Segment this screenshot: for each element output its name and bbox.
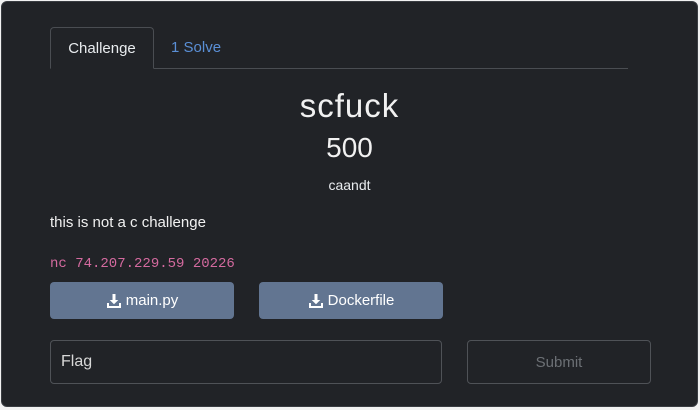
tab-challenge[interactable]: Challenge bbox=[50, 27, 154, 69]
tab-solves[interactable]: 1 Solve bbox=[171, 27, 221, 69]
challenge-tabs: Challenge 1 Solve bbox=[50, 27, 628, 69]
challenge-modal: Challenge 1 Solve scfuck 500 caandt this… bbox=[1, 1, 698, 407]
connection-command: nc 74.207.229.59 20226 bbox=[50, 256, 235, 272]
download-dockerfile-button[interactable]: Dockerfile bbox=[259, 282, 443, 319]
challenge-description: this is not a c challenge bbox=[50, 214, 206, 231]
file-label: Dockerfile bbox=[327, 292, 395, 309]
file-label: main.py bbox=[125, 292, 179, 309]
download-icon bbox=[308, 293, 323, 308]
submit-button[interactable]: Submit bbox=[467, 340, 651, 384]
download-main-py-button[interactable]: main.py bbox=[50, 282, 234, 319]
download-icon bbox=[106, 293, 121, 308]
challenge-author: caandt bbox=[328, 177, 371, 193]
challenge-name: scfuck bbox=[299, 87, 400, 124]
challenge-value: 500 bbox=[326, 132, 373, 163]
flag-input[interactable] bbox=[50, 340, 442, 384]
